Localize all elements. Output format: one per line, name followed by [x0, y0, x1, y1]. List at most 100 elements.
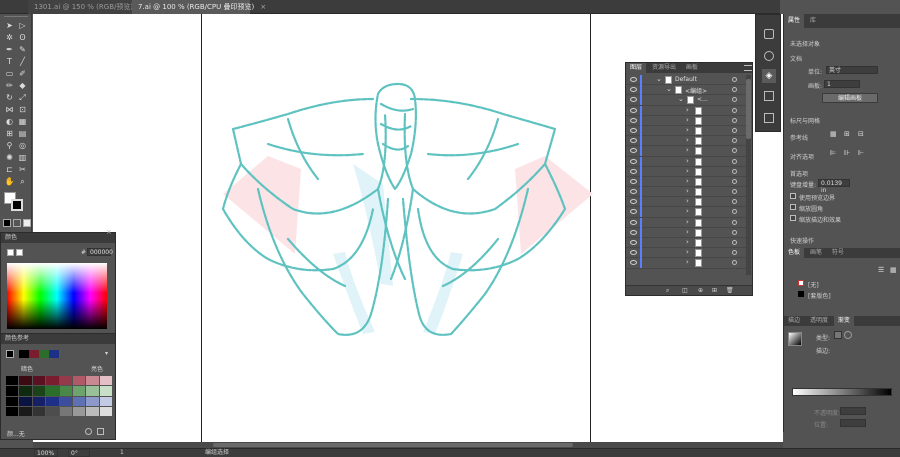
- layer-row[interactable]: ›: [626, 166, 746, 177]
- tab-libraries[interactable]: 库: [806, 14, 820, 28]
- visibility-eye-icon[interactable]: [630, 178, 637, 184]
- none-swatch-icon[interactable]: [7, 249, 14, 256]
- locate-object-icon[interactable]: ⌕: [666, 287, 669, 295]
- layer-row[interactable]: ⌄ <编组>: [626, 85, 746, 96]
- list-view-icon[interactable]: ☰: [878, 266, 884, 274]
- expand-chevron-icon[interactable]: ›: [686, 157, 689, 165]
- close-icon[interactable]: ×: [260, 3, 266, 11]
- layer-row[interactable]: ⌄ Default: [626, 75, 746, 86]
- layers-icon[interactable]: ◈: [762, 69, 776, 83]
- shaper-tool-icon[interactable]: ✏: [4, 80, 15, 91]
- harmony-strip[interactable]: [19, 350, 59, 358]
- none-swatch-icon[interactable]: [798, 280, 804, 286]
- scale-strokes-checkbox[interactable]: [790, 215, 796, 221]
- expand-chevron-icon[interactable]: ⌄: [656, 75, 662, 83]
- selection-tool-icon[interactable]: ➤: [4, 20, 15, 31]
- rotate-tool-icon[interactable]: ↻: [4, 92, 15, 103]
- visibility-eye-icon[interactable]: [630, 260, 637, 266]
- layer-row[interactable]: ›: [626, 187, 746, 198]
- tab-stroke[interactable]: 描边: [784, 316, 804, 326]
- target-circle-icon[interactable]: [732, 107, 737, 113]
- guide-swatch[interactable]: [59, 386, 72, 396]
- expand-chevron-icon[interactable]: ›: [686, 136, 689, 144]
- target-circle-icon[interactable]: [732, 77, 737, 82]
- free-transform-tool-icon[interactable]: ⊡: [17, 104, 28, 115]
- visibility-eye-icon[interactable]: [630, 229, 637, 235]
- stroke-swatch[interactable]: [11, 199, 23, 211]
- visibility-eye-icon[interactable]: [630, 138, 637, 144]
- position-input[interactable]: [840, 419, 866, 427]
- visibility-eye-icon[interactable]: [630, 168, 637, 174]
- tab-brushes[interactable]: 画笔: [806, 248, 826, 258]
- visibility-eye-icon[interactable]: [630, 148, 637, 154]
- tab-swatches[interactable]: 色板: [784, 248, 805, 258]
- base-color-swatch[interactable]: [6, 350, 14, 358]
- layer-row[interactable]: ›: [626, 207, 746, 218]
- mesh-tool-icon[interactable]: ⊞: [4, 128, 15, 139]
- lock-guides-icon[interactable]: ⊟: [858, 130, 864, 138]
- expand-chevron-icon[interactable]: ›: [686, 248, 689, 256]
- artboard-tool-icon[interactable]: ⊏: [4, 164, 15, 175]
- guide-swatch[interactable]: [59, 406, 72, 416]
- target-circle-icon[interactable]: [732, 209, 737, 215]
- new-layer-icon[interactable]: ⊞: [712, 287, 717, 294]
- expand-chevron-icon[interactable]: ›: [686, 146, 689, 154]
- guide-swatch[interactable]: [72, 386, 86, 396]
- rectangle-tool-icon[interactable]: ▭: [4, 68, 15, 79]
- target-circle-icon[interactable]: [732, 178, 737, 184]
- expand-chevron-icon[interactable]: ›: [686, 258, 689, 266]
- white-swatch[interactable]: [16, 249, 23, 256]
- close-icon[interactable]: ×: [106, 228, 112, 236]
- new-sublayer-icon[interactable]: ⊕: [698, 287, 703, 294]
- tab-asset-export[interactable]: 资源导出: [648, 63, 680, 73]
- linear-gradient-icon[interactable]: [834, 331, 842, 339]
- guide-swatch[interactable]: [99, 376, 112, 386]
- guide-swatch[interactable]: [6, 406, 19, 416]
- grid-icon[interactable]: ⊞: [844, 130, 850, 138]
- registration-swatch[interactable]: [798, 291, 804, 297]
- guide-swatch[interactable]: [59, 376, 72, 386]
- guide-swatch[interactable]: [19, 376, 32, 386]
- guide-swatch[interactable]: [86, 386, 99, 396]
- transform-icon[interactable]: [764, 91, 774, 101]
- layers-scrollbar[interactable]: [746, 75, 751, 275]
- expand-chevron-icon[interactable]: ⌄: [666, 85, 672, 93]
- guide-swatch[interactable]: [72, 376, 86, 386]
- guide-swatch[interactable]: [19, 406, 32, 416]
- appearance-icon[interactable]: [764, 51, 774, 61]
- ruler-icon[interactable]: ▦: [830, 130, 837, 138]
- guide-swatch[interactable]: [86, 406, 99, 416]
- layer-row[interactable]: ›: [626, 258, 746, 269]
- document-tab-7[interactable]: 7.ai @ 100 % (RGB/CPU 叠印预览) ×: [132, 0, 266, 14]
- expand-chevron-icon[interactable]: ›: [686, 116, 689, 124]
- layer-row[interactable]: ⌄ <...: [626, 95, 746, 106]
- expand-chevron-icon[interactable]: ›: [686, 228, 689, 236]
- hand-tool-icon[interactable]: ✋: [4, 176, 15, 187]
- tab-artboards[interactable]: 画板: [682, 63, 702, 73]
- visibility-eye-icon[interactable]: [630, 219, 637, 225]
- visibility-eye-icon[interactable]: [630, 87, 637, 93]
- align-center-icon[interactable]: ⊪: [844, 149, 850, 157]
- expand-chevron-icon[interactable]: ›: [686, 167, 689, 175]
- edit-colors-icon[interactable]: [85, 428, 92, 435]
- paintbrush-tool-icon[interactable]: ✐: [17, 68, 28, 79]
- lasso-tool-icon[interactable]: ʘ: [17, 32, 28, 43]
- blend-tool-icon[interactable]: ◎: [17, 140, 28, 151]
- guide-swatch[interactable]: [72, 406, 86, 416]
- target-circle-icon[interactable]: [732, 199, 737, 205]
- guide-swatch[interactable]: [19, 386, 32, 396]
- target-circle-icon[interactable]: [732, 229, 737, 235]
- guide-swatch[interactable]: [86, 396, 99, 406]
- target-circle-icon[interactable]: [732, 189, 737, 195]
- type-tool-icon[interactable]: T: [4, 56, 15, 67]
- slice-tool-icon[interactable]: ✂: [17, 164, 28, 175]
- layer-row[interactable]: ›: [626, 146, 746, 157]
- target-circle-icon[interactable]: [732, 240, 737, 245]
- visibility-eye-icon[interactable]: [630, 158, 637, 164]
- tab-symbols[interactable]: 符号: [828, 248, 848, 258]
- direct-selection-tool-icon[interactable]: ▷: [17, 20, 28, 31]
- target-circle-icon[interactable]: [732, 250, 737, 256]
- target-circle-icon[interactable]: [732, 260, 737, 266]
- symbol-sprayer-tool-icon[interactable]: ✺: [4, 152, 15, 163]
- guide-swatch[interactable]: [46, 386, 59, 396]
